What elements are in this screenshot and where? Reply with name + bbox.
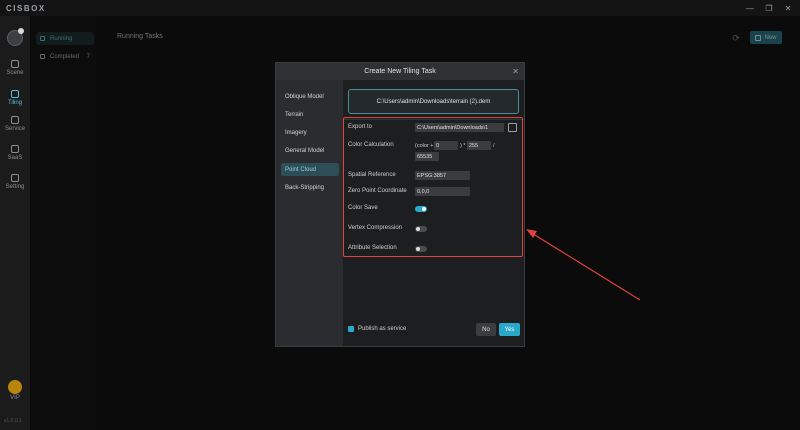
dialog-title: Create New Tiling Task bbox=[364, 68, 436, 75]
vip-icon[interactable] bbox=[8, 380, 22, 394]
vip-label: VIP bbox=[10, 395, 20, 401]
nav-item-saas[interactable]: SaaS bbox=[0, 143, 30, 165]
source-file-path: C:\Users\admin\Downloads\terrain (2).dem bbox=[376, 98, 491, 105]
restore-icon[interactable]: ❐ bbox=[763, 2, 775, 14]
source-file-box[interactable]: C:\Users\admin\Downloads\terrain (2).dem bbox=[348, 89, 519, 114]
dialog-header: Create New Tiling Task ✕ bbox=[276, 63, 524, 80]
service-icon bbox=[11, 116, 19, 124]
title-bar: CISBOX — ❐ ✕ bbox=[0, 0, 800, 16]
tab-oblique-model[interactable]: Oblique Model bbox=[281, 90, 339, 103]
nav-label: Scene bbox=[6, 70, 24, 76]
close-icon[interactable]: ✕ bbox=[512, 67, 519, 76]
tiling-icon bbox=[11, 90, 19, 98]
yes-button[interactable]: Yes bbox=[499, 323, 520, 336]
close-window-icon[interactable]: ✕ bbox=[782, 2, 794, 14]
saas-icon bbox=[11, 145, 19, 153]
nav-item-setting[interactable]: Setting bbox=[0, 172, 30, 194]
nav-label: Service bbox=[4, 126, 25, 132]
checkbox-checked-icon bbox=[348, 326, 354, 332]
publish-as-service-checkbox[interactable]: Publish as service bbox=[348, 326, 406, 332]
tab-imagery[interactable]: Imagery bbox=[281, 126, 339, 139]
tab-point-cloud[interactable]: Point Cloud bbox=[281, 163, 339, 176]
notification-badge bbox=[18, 28, 24, 34]
model-type-tabs: Oblique Model Terrain Imagery General Mo… bbox=[276, 80, 343, 346]
version-label: v1.0.0.1 bbox=[4, 418, 22, 424]
gear-icon bbox=[11, 174, 19, 182]
left-nav: Scene Tiling Service SaaS Setting VIP v1… bbox=[0, 16, 30, 430]
tab-terrain[interactable]: Terrain bbox=[281, 108, 339, 121]
minimize-icon[interactable]: — bbox=[744, 2, 756, 14]
scene-icon bbox=[11, 60, 19, 68]
tab-general-model[interactable]: General Model bbox=[281, 144, 339, 157]
nav-item-scene[interactable]: Scene bbox=[0, 58, 30, 80]
nav-label: SaaS bbox=[7, 155, 23, 161]
nav-item-service[interactable]: Service bbox=[0, 114, 30, 136]
no-button[interactable]: No bbox=[476, 323, 496, 336]
app-logo: CISBOX bbox=[6, 4, 46, 13]
publish-label: Publish as service bbox=[358, 326, 407, 332]
nav-label: Setting bbox=[5, 184, 25, 190]
nav-item-tiling[interactable]: Tiling bbox=[0, 88, 30, 110]
tab-back-stripping[interactable]: Back-Stripping bbox=[281, 181, 339, 194]
nav-label: Tiling bbox=[7, 100, 23, 106]
highlight-box bbox=[343, 117, 523, 257]
